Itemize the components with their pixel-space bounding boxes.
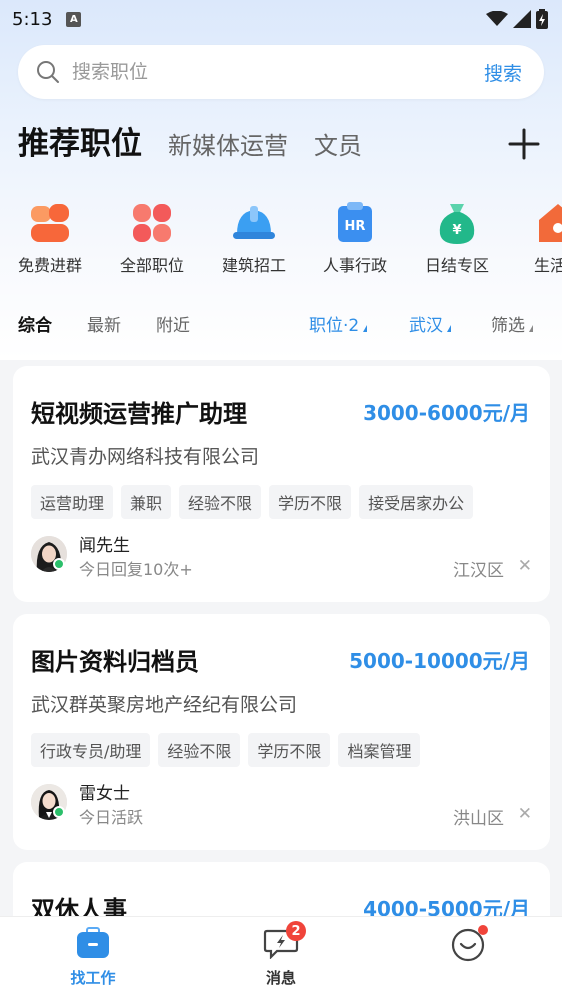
job-tabs: 推荐职位 新媒体运营 文员	[18, 118, 546, 170]
job-district: 洪山区	[453, 809, 504, 829]
close-icon[interactable]: ✕	[518, 556, 532, 576]
tab-recommended[interactable]: 推荐职位	[18, 118, 142, 163]
recruiter-name: 闻先生	[79, 536, 130, 556]
job-tag: 运营助理	[31, 485, 114, 519]
filter-screen-dropdown[interactable]: 筛选	[491, 311, 533, 336]
dropdown-triangle-icon	[447, 325, 451, 332]
search-button[interactable]: 搜索	[484, 59, 522, 86]
job-tag: 接受居家办公	[359, 485, 474, 519]
job-card[interactable]: 短视频运营推广助理 3000-6000元/月 武汉青办网络科技有限公司 运营助理…	[13, 366, 550, 602]
battery-icon	[536, 9, 548, 29]
recruiter-status: 今日回复10次+	[79, 560, 193, 579]
category-free-group[interactable]: 免费进群	[0, 200, 100, 276]
add-icon[interactable]	[506, 126, 542, 162]
tab-find-job[interactable]: 找工作	[43, 927, 143, 988]
tab-messages-label: 消息	[265, 969, 296, 987]
dropdown-triangle-icon	[363, 325, 368, 332]
search-icon	[37, 61, 59, 83]
svg-text:HR: HR	[345, 219, 366, 234]
svg-text:¥: ¥	[452, 223, 461, 238]
tab-find-job-label: 找工作	[70, 969, 116, 987]
filter-nearby[interactable]: 附近	[156, 311, 190, 336]
job-tag: 经验不限	[179, 485, 262, 519]
job-tag: 档案管理	[338, 733, 421, 767]
bottom-tab-bar: 找工作 消息 2	[0, 916, 562, 1000]
recruiter-status: 今日活跃	[79, 808, 144, 827]
category-life-service[interactable]: 生活服	[508, 200, 562, 276]
filter-city-dropdown[interactable]: 武汉	[409, 311, 451, 336]
filter-latest[interactable]: 最新	[87, 311, 121, 336]
dropdown-triangle-icon	[529, 325, 533, 332]
filter-position-dropdown[interactable]: 职位·2	[309, 311, 368, 336]
recruiter-name: 雷女士	[79, 784, 130, 804]
category-hr-admin[interactable]: HR 人事行政	[305, 200, 405, 276]
hard-hat-icon	[233, 206, 275, 239]
category-row: 免费进群 全部职位 建筑招工 HR 人事行政 ¥ 日结专区 生活	[0, 200, 562, 280]
money-bag-icon: ¥	[439, 204, 475, 244]
close-icon[interactable]: ✕	[518, 804, 532, 824]
job-tag: 行政专员/助理	[31, 733, 151, 767]
status-bar: 5:13 A	[0, 0, 562, 38]
job-salary: 5000-10000元/月	[349, 649, 530, 673]
job-tag: 学历不限	[248, 733, 331, 767]
tab-new-media[interactable]: 新媒体运营	[168, 126, 288, 161]
filter-comprehensive[interactable]: 综合	[18, 311, 52, 336]
online-status-dot	[53, 558, 65, 570]
tab-profile[interactable]	[418, 927, 518, 967]
category-construction[interactable]: 建筑招工	[204, 200, 304, 276]
status-time: 5:13	[12, 8, 53, 30]
online-status-dot	[53, 806, 65, 818]
status-icons	[486, 9, 548, 29]
job-tag: 经验不限	[158, 733, 241, 767]
search-input[interactable]	[72, 61, 484, 83]
message-badge: 2	[286, 921, 306, 941]
grid-flower-icon	[133, 204, 171, 242]
profile-notification-dot	[478, 925, 488, 935]
notification-a-icon: A	[66, 11, 82, 27]
hr-clipboard-icon: HR	[338, 202, 372, 242]
tab-clerk[interactable]: 文员	[314, 126, 362, 161]
job-district: 江汉区	[453, 561, 504, 581]
filter-row: 综合 最新 附近 职位·2 武汉 筛选	[0, 305, 562, 343]
group-chat-icon	[31, 204, 69, 242]
home-icon	[539, 204, 562, 242]
category-all-jobs[interactable]: 全部职位	[102, 200, 202, 276]
signal-icon	[513, 10, 531, 28]
job-tags: 行政专员/助理 经验不限 学历不限 档案管理	[31, 733, 421, 767]
job-title: 短视频运营推广助理	[31, 400, 247, 428]
wifi-icon	[486, 11, 508, 26]
job-tag: 学历不限	[269, 485, 352, 519]
job-tag: 兼职	[121, 485, 172, 519]
job-tags: 运营助理 兼职 经验不限 学历不限 接受居家办公	[31, 485, 474, 519]
job-salary: 3000-6000元/月	[363, 401, 530, 425]
job-card[interactable]: 图片资料归档员 5000-10000元/月 武汉群英聚房地产经纪有限公司 行政专…	[13, 614, 550, 850]
company-name: 武汉青办网络科技有限公司	[31, 446, 260, 468]
tab-messages[interactable]: 消息	[231, 927, 331, 988]
company-name: 武汉群英聚房地产经纪有限公司	[31, 694, 298, 716]
job-title: 图片资料归档员	[31, 648, 199, 676]
category-daily-pay[interactable]: ¥ 日结专区	[407, 200, 507, 276]
search-bar[interactable]: 搜索	[18, 45, 544, 99]
briefcase-icon	[77, 927, 109, 958]
